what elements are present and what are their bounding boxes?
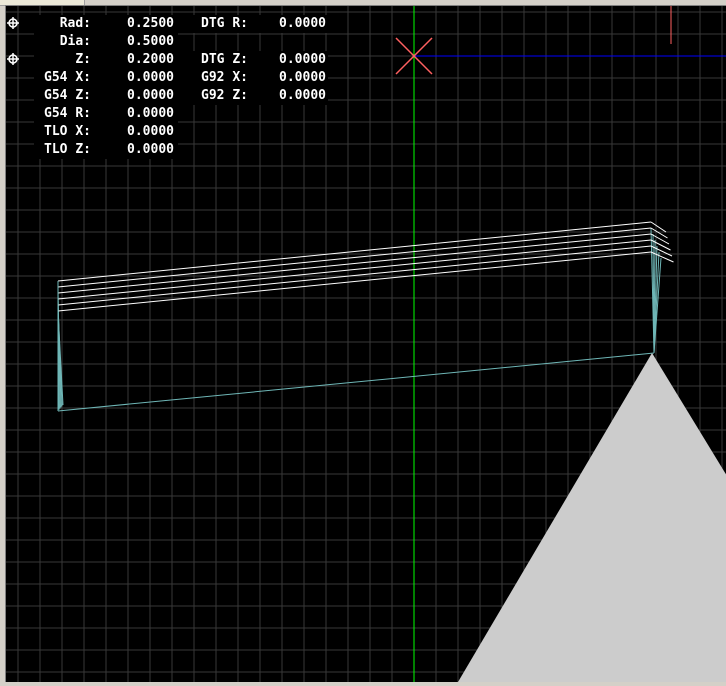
- cut-pass: [57, 251, 652, 312]
- dro-label: TLO X:: [44, 124, 91, 139]
- rapid-move: [57, 352, 655, 412]
- preview-viewport[interactable]: Rad: 0.2500 DTG R: 0.0000 Dia: 0.5000 Z: 0.2000…: [5, 5, 726, 682]
- dro-value: 0.5000: [127, 34, 174, 49]
- dro-value-secondary: 0.0000: [279, 52, 326, 67]
- dro-value: 0.0000: [127, 124, 174, 139]
- dro-label-secondary: DTG R:: [201, 16, 248, 31]
- cut-pass: [57, 227, 652, 288]
- dro-label-secondary: G92 Z:: [201, 88, 248, 103]
- dro-label: G54 R:: [44, 106, 91, 121]
- dro-label: TLO Z:: [44, 142, 91, 157]
- cut-pass: [57, 233, 652, 294]
- cut-pass-return: [650, 221, 667, 233]
- dro-value-secondary: 0.0000: [279, 70, 326, 85]
- crosshair-icon[interactable]: [7, 17, 19, 29]
- cut-pass: [57, 239, 652, 300]
- dro-label-secondary: G92 X:: [201, 70, 248, 85]
- dro-value-secondary: 0.0000: [279, 88, 326, 103]
- dro-value: 0.0000: [127, 106, 174, 121]
- cut-pass-return: [650, 239, 671, 251]
- dro-value-secondary: 0.0000: [279, 16, 326, 31]
- app-frame: Rad: 0.2500 DTG R: 0.0000 Dia: 0.5000 Z: 0.2000…: [0, 0, 726, 686]
- dro-label: G54 X:: [44, 70, 91, 85]
- crosshair-icon[interactable]: [7, 53, 19, 65]
- dro-panel: Rad: 0.2500 DTG R: 0.0000 Dia: 0.5000 Z: 0.2000…: [6, 6, 336, 166]
- dro-label: G54 Z:: [44, 88, 91, 103]
- dro-label-secondary: DTG Z:: [201, 52, 248, 67]
- cut-pass: [57, 221, 652, 282]
- dro-value: 0.0000: [127, 142, 174, 157]
- cut-pass-return: [650, 233, 670, 245]
- dro-label: Dia:: [59, 34, 91, 49]
